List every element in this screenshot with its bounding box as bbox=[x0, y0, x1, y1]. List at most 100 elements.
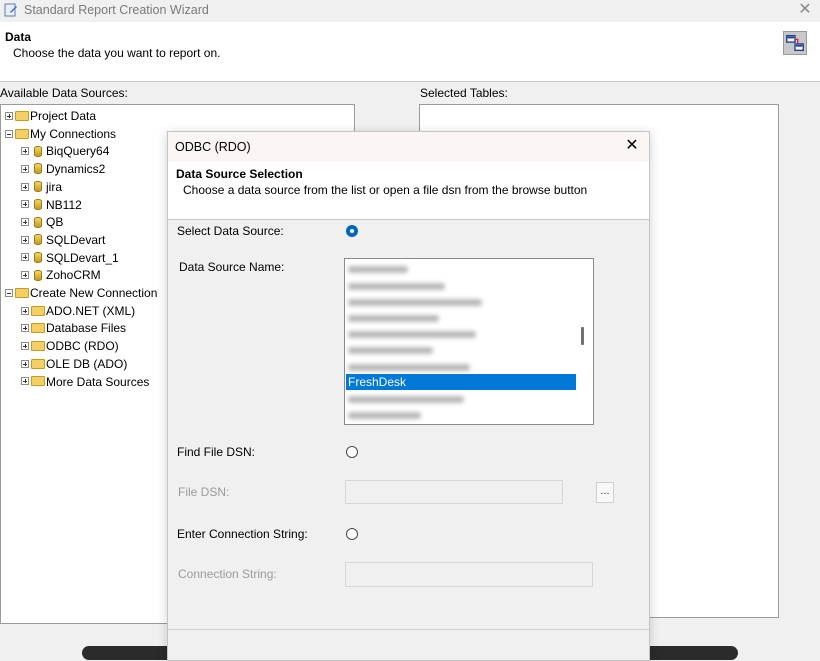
collapse-icon[interactable] bbox=[5, 129, 13, 138]
find-file-dsn-label: Find File DSN: bbox=[177, 445, 256, 459]
dialog-header-subtitle: Choose a data source from the list or op… bbox=[183, 183, 588, 197]
dialog-title: ODBC (RDO) bbox=[175, 140, 251, 154]
expand-icon[interactable] bbox=[21, 253, 29, 262]
database-icon bbox=[34, 145, 42, 157]
dsn-list-scrollbar[interactable] bbox=[581, 327, 584, 345]
expand-icon[interactable] bbox=[21, 271, 29, 280]
tree-item-label: SQLDevart_1 bbox=[46, 250, 119, 265]
folder-icon bbox=[31, 376, 45, 387]
dialog-close-icon[interactable]: ✕ bbox=[623, 137, 641, 155]
dsn-item[interactable] bbox=[346, 358, 576, 374]
database-icon bbox=[34, 234, 42, 246]
obscured-text bbox=[348, 347, 433, 355]
expand-icon[interactable] bbox=[5, 111, 13, 120]
dsn-item[interactable] bbox=[346, 261, 576, 277]
expand-icon[interactable] bbox=[21, 324, 29, 333]
expand-icon[interactable] bbox=[21, 200, 29, 209]
expand-icon[interactable] bbox=[21, 306, 29, 315]
collapse-icon[interactable] bbox=[5, 288, 13, 297]
tree-item[interactable]: BiqQuery64 bbox=[21, 143, 109, 160]
tree-item-label: ADO.NET (XML) bbox=[46, 303, 136, 318]
folder-icon bbox=[15, 128, 29, 139]
folder-icon bbox=[31, 340, 45, 351]
select-data-source-radio[interactable] bbox=[346, 225, 358, 237]
obscured-text bbox=[348, 363, 470, 371]
dsn-item[interactable] bbox=[346, 391, 576, 407]
tree-item-label: ZohoCRM bbox=[46, 268, 101, 283]
tree-item[interactable]: OLE DB (ADO) bbox=[21, 356, 127, 373]
tree-item-label: QB bbox=[46, 215, 64, 230]
dsn-item[interactable] bbox=[346, 293, 576, 309]
connection-string-label: Connection String: bbox=[178, 567, 277, 581]
tree-item-label: OLE DB (ADO) bbox=[46, 356, 128, 371]
browse-button[interactable]: ... bbox=[596, 482, 614, 503]
tree-item-label: NB112 bbox=[46, 197, 82, 212]
tree-item-label: Project Data bbox=[30, 109, 97, 123]
tree-item-label: jira bbox=[46, 179, 63, 194]
obscured-text bbox=[348, 314, 439, 322]
tree-item-label: ODBC (RDO) bbox=[46, 339, 119, 354]
database-icon bbox=[34, 216, 42, 228]
enter-connection-string-radio[interactable] bbox=[346, 528, 358, 540]
tree-item-label: More Data Sources bbox=[46, 374, 150, 389]
tree-item[interactable]: ZohoCRM bbox=[21, 267, 101, 284]
tree-item-label: Create New Connection bbox=[30, 286, 158, 300]
expand-icon[interactable] bbox=[21, 147, 29, 156]
expand-icon[interactable] bbox=[21, 235, 29, 244]
folder-icon bbox=[31, 358, 45, 369]
tree-item[interactable]: NB112 bbox=[21, 197, 82, 214]
dsn-item-selected[interactable]: FreshDesk bbox=[346, 374, 576, 391]
tree-item[interactable]: QB bbox=[21, 214, 63, 231]
dialog-bottom-divider bbox=[168, 629, 649, 630]
close-icon[interactable]: ✕ bbox=[796, 0, 814, 20]
selected-tables-label: Selected Tables: bbox=[420, 86, 508, 100]
tree-item[interactable]: More Data Sources bbox=[21, 374, 149, 391]
obscured-text bbox=[348, 395, 464, 403]
tree-item-label: Database Files bbox=[46, 321, 127, 336]
tree-item[interactable]: ADO.NET (XML) bbox=[21, 303, 135, 320]
expand-icon[interactable] bbox=[21, 182, 29, 191]
tree-item[interactable]: SQLDevart bbox=[21, 232, 105, 249]
folder-icon bbox=[31, 323, 45, 334]
expand-icon[interactable] bbox=[21, 164, 29, 173]
dsn-item[interactable] bbox=[346, 310, 576, 326]
expand-icon[interactable] bbox=[21, 218, 29, 227]
dsn-item[interactable] bbox=[346, 407, 576, 423]
file-dsn-label: File DSN: bbox=[178, 485, 230, 499]
page-subtitle: Choose the data you want to report on. bbox=[13, 46, 221, 60]
tree-item-label: BiqQuery64 bbox=[46, 144, 110, 159]
folder-icon bbox=[15, 110, 29, 121]
expand-icon[interactable] bbox=[21, 341, 29, 350]
obscured-text bbox=[348, 331, 476, 339]
tree-item[interactable]: My Connections bbox=[5, 126, 116, 143]
tree-item[interactable]: SQLDevart_1 bbox=[21, 250, 119, 267]
database-icon bbox=[34, 251, 42, 263]
connection-string-input[interactable] bbox=[345, 562, 593, 587]
dsn-item[interactable] bbox=[346, 277, 576, 293]
database-icon bbox=[34, 198, 42, 210]
find-file-dsn-radio[interactable] bbox=[346, 446, 358, 458]
database-icon bbox=[34, 163, 42, 175]
obscured-text bbox=[348, 282, 445, 290]
folder-icon bbox=[15, 287, 29, 298]
data-link-icon bbox=[783, 31, 807, 55]
data-source-name-list[interactable]: FreshDesk bbox=[344, 258, 594, 425]
tree-item[interactable]: Dynamics2 bbox=[21, 161, 105, 178]
expand-icon[interactable] bbox=[21, 359, 29, 368]
tree-item[interactable]: Database Files bbox=[21, 320, 126, 337]
available-data-sources-label: Available Data Sources: bbox=[0, 86, 128, 100]
expand-icon[interactable] bbox=[21, 377, 29, 386]
database-icon bbox=[34, 269, 42, 281]
wizard-title: Standard Report Creation Wizard bbox=[24, 3, 209, 17]
tree-item[interactable]: Create New Connection bbox=[5, 285, 157, 302]
folder-icon bbox=[31, 305, 45, 316]
tree-item[interactable]: jira bbox=[21, 179, 62, 196]
dsn-item[interactable] bbox=[346, 342, 576, 358]
select-data-source-label: Select Data Source: bbox=[177, 224, 284, 238]
dialog-header-title: Data Source Selection bbox=[176, 167, 303, 181]
file-dsn-input[interactable] bbox=[345, 480, 563, 504]
data-source-name-label: Data Source Name: bbox=[179, 260, 285, 274]
dsn-item[interactable] bbox=[346, 326, 576, 342]
tree-item[interactable]: Project Data bbox=[5, 108, 96, 125]
tree-item[interactable]: ODBC (RDO) bbox=[21, 338, 119, 355]
